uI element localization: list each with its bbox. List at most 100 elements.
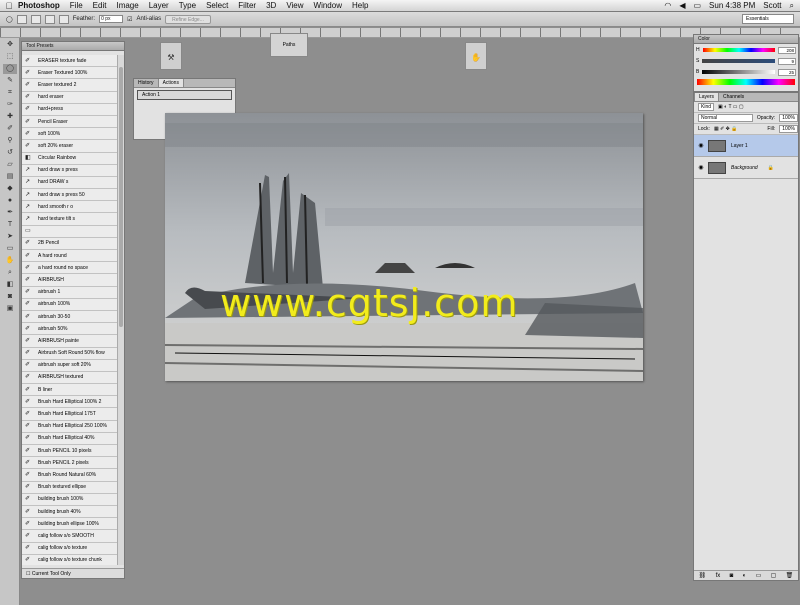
layer-row-layer1[interactable]: ◉ Layer 1 — [694, 135, 798, 157]
tab-channels[interactable]: Channels — [719, 93, 748, 101]
history-brush-icon[interactable]: ↺ — [3, 148, 17, 158]
brightness-value[interactable]: 25 — [778, 68, 796, 76]
preset-item[interactable]: ✐ Brush textured ellipse — [22, 481, 118, 494]
preset-item[interactable]: ✐ airbrush 100% — [22, 298, 118, 311]
preset-item[interactable]: ↗ hard smooth r o — [22, 201, 118, 214]
menu-select[interactable]: Select — [206, 1, 228, 10]
dodge-icon[interactable]: ● — [3, 196, 17, 206]
menu-image[interactable]: Image — [116, 1, 138, 10]
menu-layer[interactable]: Layer — [149, 1, 169, 10]
eye-icon[interactable]: ◉ — [694, 142, 708, 149]
preset-item[interactable]: ✐ building brush 40% — [22, 505, 118, 519]
menu-filter[interactable]: Filter — [238, 1, 256, 10]
hue-value[interactable]: 208 — [778, 46, 796, 54]
crop-tool-icon[interactable]: ⌗ — [3, 88, 17, 98]
preset-item[interactable]: ↗ hard texture tilt s — [22, 213, 118, 226]
trash-icon[interactable]: 🗑 — [786, 571, 794, 580]
preset-item[interactable]: ↗ hard DRAW s — [22, 176, 118, 190]
preset-item[interactable]: ✐ Pencil Eraser — [22, 115, 118, 129]
antialias-checkbox[interactable]: ☑ — [127, 16, 132, 23]
document-canvas[interactable] — [165, 113, 643, 381]
scroll-thumb[interactable] — [119, 67, 123, 327]
preset-item[interactable]: ✐ soft 20% eraser — [22, 140, 118, 153]
quick-select-icon[interactable]: ✎ — [3, 76, 17, 86]
tool-presets-title[interactable]: Tool Presets — [22, 42, 124, 51]
preset-item[interactable]: ✐ airbrush 1 — [22, 286, 118, 299]
preset-item[interactable]: ✐ Eraser Textured 100% — [22, 67, 118, 80]
preset-item[interactable]: ✐ airbrush super soft 20% — [22, 359, 118, 372]
color-swatches-icon[interactable]: ◧ — [3, 280, 17, 290]
layer-row-background[interactable]: ◉ Background 🔒 — [694, 157, 798, 179]
refine-edge-button[interactable]: Refine Edge... — [165, 14, 211, 24]
volume-icon[interactable]: ◀ — [679, 1, 685, 10]
preset-item[interactable]: ✐ B liner — [22, 384, 118, 397]
menu-type[interactable]: Type — [179, 1, 196, 10]
blur-icon[interactable]: ◆ — [3, 184, 17, 194]
fx-icon[interactable]: fx — [716, 571, 721, 580]
screen-mode-icon[interactable]: ▣ — [3, 304, 17, 314]
preset-item[interactable]: ✐ calig follow s/o texture — [22, 542, 118, 555]
hue-slider[interactable] — [702, 48, 775, 52]
gradient-icon[interactable]: ▤ — [3, 172, 17, 182]
preset-item[interactable]: ✐ Brush Hard Elliptical 100% 2 — [22, 396, 118, 409]
intersect-selection-icon[interactable] — [58, 14, 69, 24]
type-tool-icon[interactable]: T — [3, 220, 17, 230]
menu-3d[interactable]: 3D — [266, 1, 276, 10]
preset-item[interactable]: ✐ 2B Pencil — [22, 237, 118, 250]
user-name[interactable]: Scott — [763, 1, 781, 10]
search-icon[interactable]: ⌕ — [790, 1, 794, 11]
saturation-slider[interactable] — [702, 59, 775, 63]
apple-icon[interactable]:  — [0, 1, 18, 11]
menu-file[interactable]: File — [70, 1, 83, 10]
adjustment-icon[interactable]: ◐ — [743, 571, 747, 580]
pen-tool-icon[interactable]: ✒ — [3, 208, 17, 218]
blend-mode-select[interactable]: Normal — [698, 114, 753, 122]
preset-item[interactable]: ✐ airbrush 30-50 — [22, 310, 118, 324]
lock-icons[interactable]: ▦ ✐ ✥ 🔒 — [714, 124, 738, 135]
new-layer-icon[interactable]: ▢ — [771, 571, 777, 580]
path-select-icon[interactable]: ➤ — [3, 232, 17, 242]
brightness-slider[interactable] — [702, 70, 775, 74]
menu-edit[interactable]: Edit — [93, 1, 107, 10]
eraser-icon[interactable]: ▱ — [3, 160, 17, 170]
clock[interactable]: Sun 4:38 PM — [709, 1, 755, 10]
subtract-selection-icon[interactable] — [44, 14, 55, 24]
preset-item[interactable]: ✐ hard+press — [22, 103, 118, 116]
preset-item[interactable]: ✐ AIRBRUSH textured — [22, 371, 118, 385]
tab-history[interactable]: History — [134, 79, 158, 87]
clone-stamp-icon[interactable]: ⚲ — [3, 136, 17, 146]
fill-input[interactable]: 100% — [779, 125, 798, 133]
preset-item[interactable]: ✐ hard eraser — [22, 91, 118, 104]
menu-help[interactable]: Help — [352, 1, 368, 10]
brush-tool-icon[interactable]: ✐ — [3, 124, 17, 134]
color-ramp[interactable] — [697, 79, 795, 85]
preset-item[interactable]: ✐ Brush PENCIL 10 pixels — [22, 445, 118, 458]
preset-item[interactable]: ✐ building brush 100% — [22, 493, 118, 506]
hand-tool-icon[interactable]: ✋ — [3, 256, 17, 266]
preset-item[interactable]: ✐ Brush PENCIL 2 pixels — [22, 457, 118, 470]
lasso-tool-icon[interactable]: ◯ — [3, 64, 17, 74]
preset-scrollbar[interactable] — [117, 55, 124, 565]
add-selection-icon[interactable] — [30, 14, 41, 24]
preset-item[interactable]: ✐ a hard round no space — [22, 262, 118, 275]
kind-filter[interactable]: Kind — [698, 103, 715, 111]
feather-input[interactable]: 0 px — [99, 15, 124, 23]
link-icon[interactable]: ⛓ — [699, 571, 707, 580]
lasso-icon[interactable]: ◯ — [6, 16, 13, 23]
menu-view[interactable]: View — [286, 1, 303, 10]
paths-panel[interactable]: Paths — [270, 33, 308, 57]
opacity-input[interactable]: 100% — [779, 114, 798, 122]
brush-panel-icon[interactable]: ⚒ — [160, 42, 182, 70]
zoom-tool-icon[interactable]: ⌕ — [3, 268, 17, 278]
mask-icon[interactable]: ◙ — [730, 571, 734, 580]
workspace-select[interactable]: Essentials — [742, 14, 794, 24]
preset-item[interactable]: ↗ hard draw s press 50 — [22, 189, 118, 202]
preset-item[interactable]: ◧ Circular Rainbow — [22, 152, 118, 165]
healing-brush-icon[interactable]: ✚ — [3, 112, 17, 122]
preset-item[interactable]: ✐ airbrush 50% — [22, 323, 118, 336]
preset-item[interactable]: ↗ hard draw s press — [22, 164, 118, 177]
preset-item[interactable]: ✐ Brush Hard Elliptical 40% — [22, 432, 118, 445]
tool-panel-icon[interactable]: ✋ — [465, 42, 487, 70]
preset-item[interactable]: ✐ Brush Round Natural 60% — [22, 469, 118, 482]
wifi-icon[interactable]: ◠ — [664, 1, 671, 10]
